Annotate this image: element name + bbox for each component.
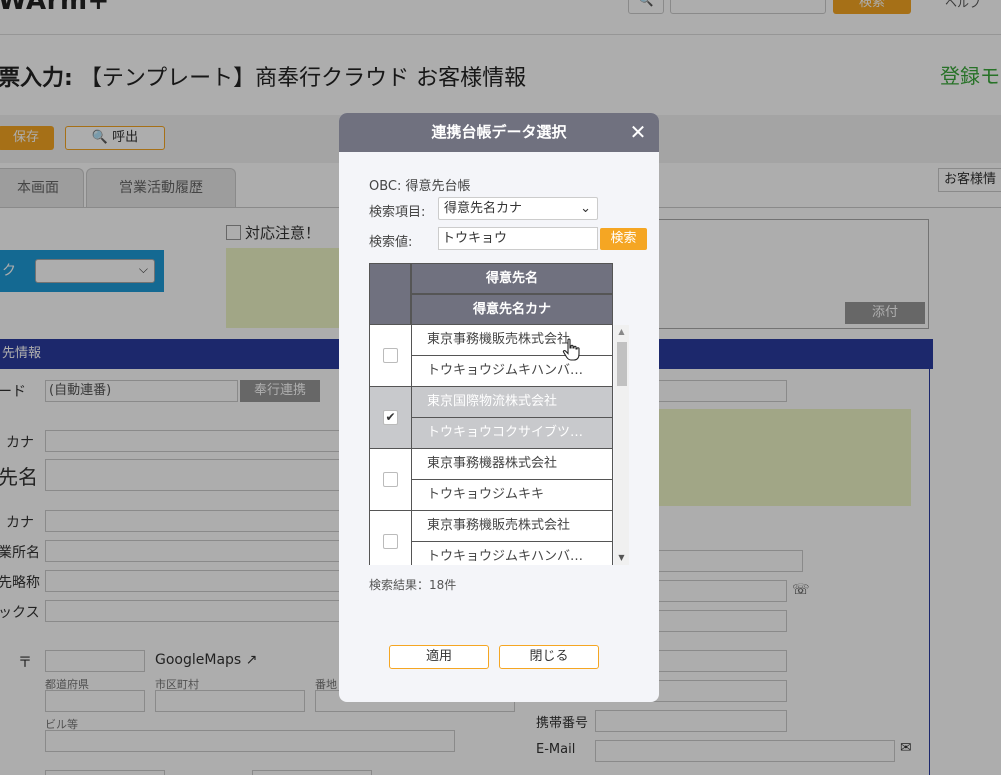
- search-item-select[interactable]: 得意先名カナ ⌄: [438, 197, 598, 220]
- row-name: 東京事務機販売株式会社: [411, 325, 613, 356]
- results-scrollbar[interactable]: ▲ ▼: [614, 325, 629, 565]
- dialog-header: 連携台帳データ選択 ✕: [339, 113, 659, 152]
- table-row[interactable]: ✔ 東京国際物流株式会社 トウキョウコクサイブツ…: [369, 387, 613, 449]
- apply-button[interactable]: 適用: [389, 645, 489, 669]
- search-value-input[interactable]: トウキョウ: [438, 227, 598, 250]
- scroll-up-icon[interactable]: ▲: [614, 325, 629, 339]
- close-icon[interactable]: ✕: [628, 120, 648, 144]
- row-select-cell: [369, 511, 411, 565]
- row-name: 東京事務機器株式会社: [411, 449, 613, 480]
- row-name: 東京国際物流株式会社: [411, 387, 613, 418]
- row-kana: トウキョウコクサイブツ…: [411, 418, 613, 449]
- row-select-cell: [369, 449, 411, 511]
- scroll-down-icon[interactable]: ▼: [614, 551, 629, 565]
- row-select-cell: ✔: [369, 387, 411, 449]
- close-button[interactable]: 閉じる: [499, 645, 599, 669]
- row-select-cell: [369, 325, 411, 387]
- column-header-name: 得意先名: [411, 263, 613, 294]
- row-checkbox[interactable]: [383, 472, 398, 487]
- row-checkbox[interactable]: ✔: [383, 410, 398, 425]
- column-header-kana: 得意先名カナ: [411, 294, 613, 325]
- table-row[interactable]: 東京事務機販売株式会社 トウキョウジムキハンバ…: [369, 511, 613, 565]
- select-column-header: [369, 263, 411, 325]
- ledger-name: OBC: 得意先台帳: [369, 179, 471, 194]
- dialog-title: 連携台帳データ選択: [431, 123, 567, 141]
- search-item-label: 検索項目:: [369, 205, 426, 220]
- row-checkbox[interactable]: [383, 348, 398, 363]
- search-item-value: 得意先名カナ: [444, 201, 523, 216]
- checkmark-icon: ✔: [385, 410, 396, 424]
- row-kana: トウキョウジムキハンバ…: [411, 542, 613, 565]
- ledger-select-dialog: 連携台帳データ選択 ✕ OBC: 得意先台帳 検索項目: 得意先名カナ ⌄ 検索…: [339, 113, 659, 702]
- row-kana: トウキョウジムキキ: [411, 480, 613, 511]
- hand-cursor-icon: [562, 338, 580, 361]
- chevron-down-icon: ⌄: [580, 201, 591, 216]
- row-name: 東京事務機販売株式会社: [411, 511, 613, 542]
- row-checkbox[interactable]: [383, 534, 398, 549]
- row-kana: トウキョウジムキハンバ…: [411, 356, 613, 387]
- search-button[interactable]: 検索: [600, 228, 647, 250]
- results-table: 得意先名 得意先名カナ 東京事務機販売株式会社 トウキョウジムキハンバ… ✔ 東…: [369, 263, 613, 565]
- search-value-label: 検索値:: [369, 235, 413, 250]
- table-row[interactable]: 東京事務機器株式会社 トウキョウジムキキ: [369, 449, 613, 511]
- result-count: 検索結果：18件: [369, 578, 457, 592]
- scroll-thumb[interactable]: [617, 342, 627, 386]
